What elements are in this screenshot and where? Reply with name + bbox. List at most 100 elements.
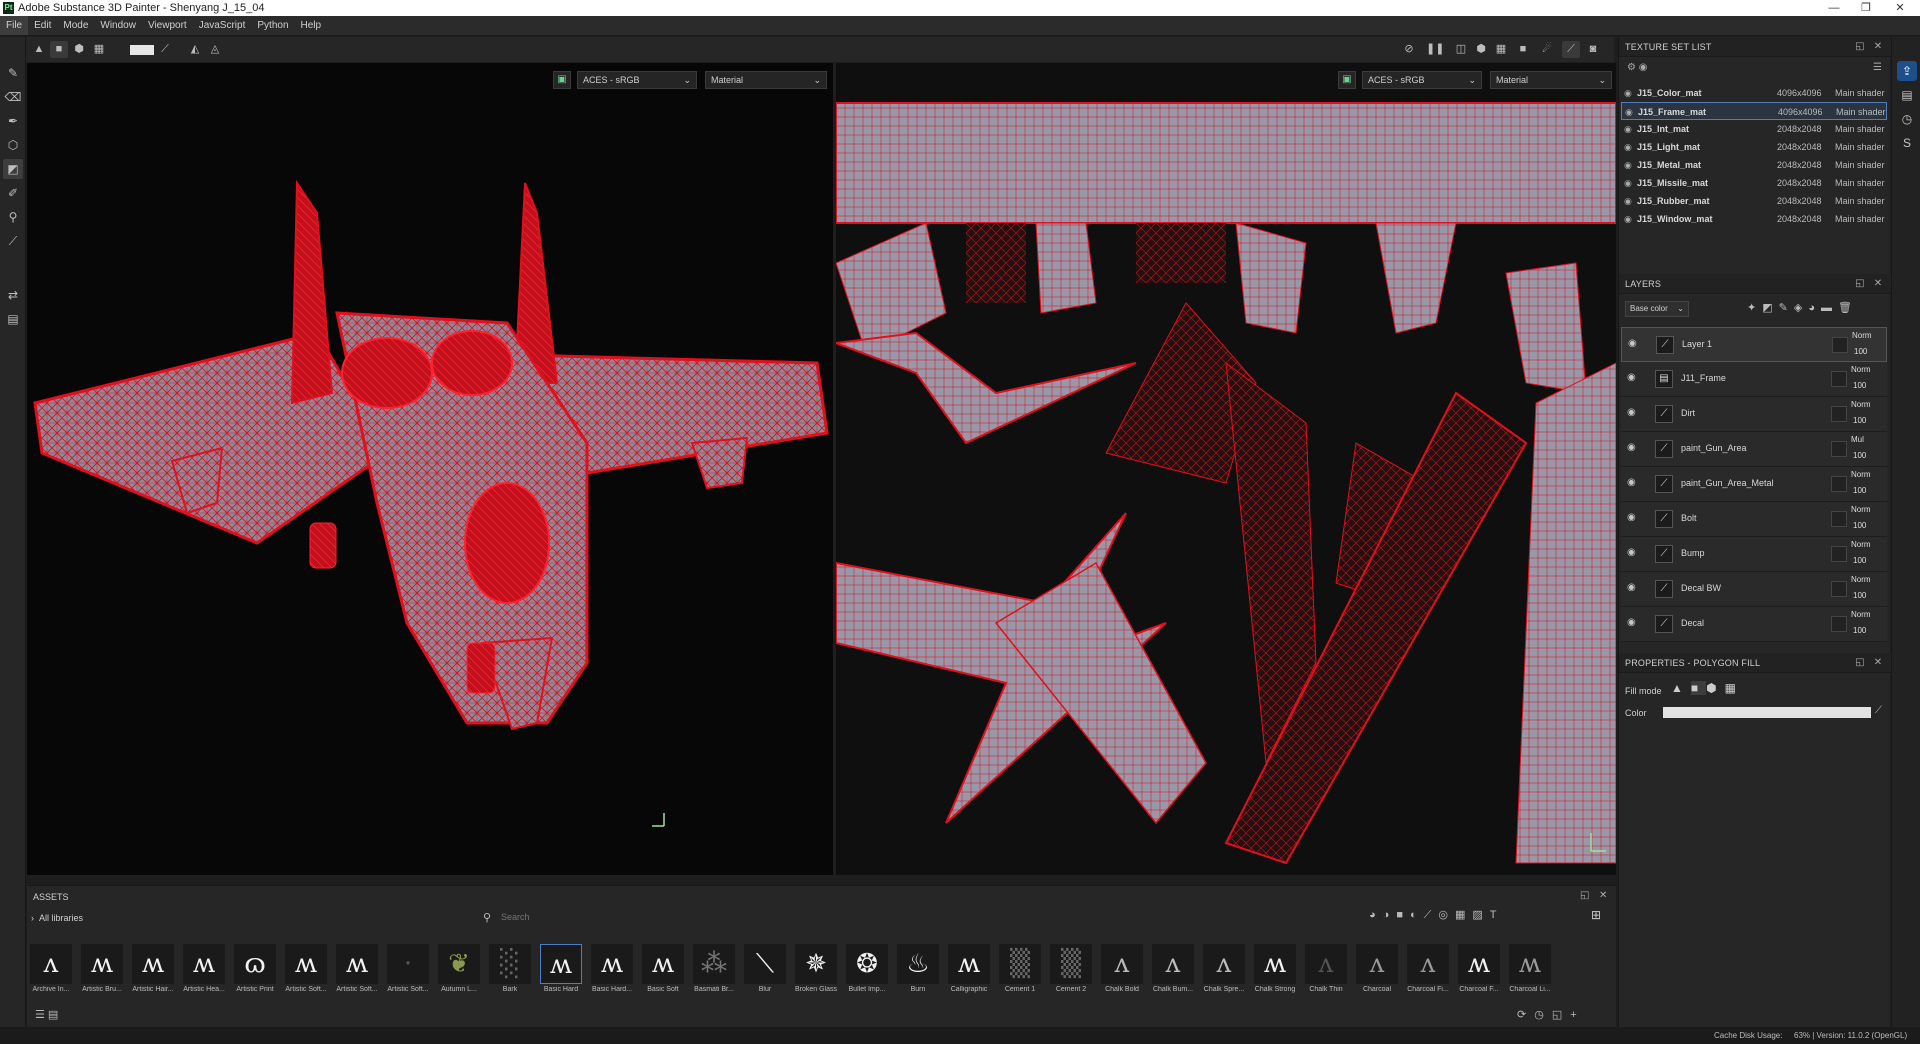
add-asset-icon[interactable]: +: [1570, 1009, 1584, 1021]
fill-triangle-icon[interactable]: ▲: [1671, 681, 1691, 695]
layer-row[interactable]: ◉ ⟋ Decal BW Norm 100: [1621, 572, 1887, 607]
asset-brush[interactable]: ♨ Burn: [894, 944, 942, 1000]
uv-fill-icon[interactable]: ▦: [90, 41, 108, 58]
asset-brush[interactable]: ʍ Basic Soft: [639, 944, 687, 1000]
minimize-icon[interactable]: —: [1816, 0, 1852, 16]
layer-visibility-icon[interactable]: ◉: [1627, 617, 1636, 628]
visibility-icon[interactable]: ◉: [1625, 103, 1633, 121]
light-icon[interactable]: ☄: [1538, 41, 1556, 58]
layer-row[interactable]: ◉ ⟋ Dirt Norm 100: [1621, 397, 1887, 432]
asset-brush[interactable]: ʌ Archive In...: [27, 944, 75, 1000]
texture-set-row[interactable]: ◉ J15_Missile_mat 2048x2048 Main shader: [1621, 174, 1887, 192]
layer-row[interactable]: ◉ ⟋ Bump Norm 100: [1621, 537, 1887, 572]
layer-mask-slot[interactable]: [1831, 441, 1847, 457]
layer-visibility-icon[interactable]: ◉: [1627, 477, 1636, 488]
layer-visibility-icon[interactable]: ◉: [1627, 582, 1636, 593]
filter-brush-icon[interactable]: ⟋: [1424, 909, 1439, 921]
asset-brush[interactable]: ʍ Artistic Hea...: [180, 944, 228, 1000]
filter-environment-icon[interactable]: ◎: [1438, 909, 1455, 921]
undock-icon[interactable]: ◱: [1853, 37, 1867, 57]
texture-set-row[interactable]: ◉ J15_Light_mat 2048x2048 Main shader: [1621, 138, 1887, 156]
viewport-3d[interactable]: ▣ ACES - sRGB ⌄ Material ⌄: [27, 63, 833, 875]
undock-icon[interactable]: ◱: [1580, 890, 1589, 901]
asset-brush-selected[interactable]: ʍ Basic Hard: [537, 944, 585, 1000]
filter-material-icon[interactable]: ◕: [1369, 909, 1383, 921]
asset-brush[interactable]: ʌ Charcoal Fi...: [1404, 944, 1452, 1000]
layer-visibility-icon[interactable]: ◉: [1627, 547, 1636, 558]
asset-brush[interactable]: ▒ Cement 2: [1047, 944, 1095, 1000]
layer-mask-slot[interactable]: [1831, 616, 1847, 632]
polygon-fill-icon[interactable]: ◩: [3, 159, 23, 179]
polygon-fill-mode-icon[interactable]: ■: [50, 41, 68, 58]
history-icon[interactable]: ◷: [1534, 1009, 1552, 1021]
close-panel-icon[interactable]: ✕: [1871, 37, 1885, 57]
asset-brush[interactable]: ʌ Chalk Spre...: [1200, 944, 1248, 1000]
eraser-icon[interactable]: ⌫: [3, 87, 23, 107]
add-folder-icon[interactable]: ▬: [1821, 302, 1838, 314]
undock-icon[interactable]: ◱: [1853, 653, 1867, 673]
camera-icon[interactable]: ■: [1514, 41, 1532, 58]
layer-visibility-icon[interactable]: ◉: [1627, 442, 1636, 453]
menu-viewport[interactable]: Viewport: [142, 16, 193, 35]
mesh-fill-icon[interactable]: ⬢: [70, 41, 88, 58]
add-paint-layer-icon[interactable]: ✎: [1779, 302, 1794, 314]
color-picker-icon[interactable]: ⟋: [3, 231, 23, 251]
add-smart-material-icon[interactable]: ◕: [1808, 302, 1821, 314]
menu-window[interactable]: Window: [94, 16, 142, 35]
viewport-2d-uv[interactable]: ▣ ACES - sRGB ⌄ Material ⌄: [836, 63, 1616, 875]
filter-procedural-icon[interactable]: ◐: [1410, 909, 1424, 921]
layer-mask-slot[interactable]: [1831, 476, 1847, 492]
menu-edit[interactable]: Edit: [28, 16, 57, 35]
visibility-icon[interactable]: ◉: [1624, 210, 1632, 228]
mirror-icon[interactable]: ◬: [206, 41, 224, 58]
menu-python[interactable]: Python: [251, 16, 294, 35]
layer-row[interactable]: ◉ ⟋ Decal Norm 100: [1621, 607, 1887, 642]
layer-row[interactable]: ◉ ⟋ paint_Gun_Area Mul 100: [1621, 432, 1887, 467]
delete-layer-icon[interactable]: 🗑: [1838, 302, 1858, 314]
texture-set-menu-icon[interactable]: ☰: [1873, 62, 1882, 73]
fill-color-bar[interactable]: [1663, 707, 1871, 718]
layer-mask-slot[interactable]: [1831, 371, 1847, 387]
add-fill-layer-icon[interactable]: ◈: [1794, 302, 1808, 314]
history-icon[interactable]: ◷: [1897, 109, 1917, 129]
assets-search-input[interactable]: [501, 908, 1101, 926]
filter-mask-icon[interactable]: ■: [1396, 909, 1410, 921]
refresh-icon[interactable]: ⟳: [1517, 1009, 1534, 1021]
visibility-icon[interactable]: ◉: [1624, 192, 1632, 210]
grid-view-icon[interactable]: ⊞: [1591, 908, 1601, 922]
uv-view-icon[interactable]: ▦: [1492, 41, 1510, 58]
visibility-icon[interactable]: ◉: [1624, 174, 1632, 192]
render-mode-select-2d[interactable]: Material ⌄: [1490, 71, 1612, 89]
asset-brush[interactable]: ⟍ Blur: [741, 944, 789, 1000]
close-panel-icon[interactable]: ✕: [1871, 274, 1885, 294]
asset-brush[interactable]: ʌ Chalk Bold: [1098, 944, 1146, 1000]
layer-row[interactable]: ◉ ⟋ Bolt Norm 100: [1621, 502, 1887, 537]
eyedropper-icon[interactable]: ⟋: [1875, 705, 1882, 716]
filter-smart-material-icon[interactable]: ◑: [1383, 909, 1397, 921]
channel-select[interactable]: Base color ⌄: [1625, 301, 1689, 317]
texture-set-row[interactable]: ◉ J15_Rubber_mat 2048x2048 Main shader: [1621, 192, 1887, 210]
asset-brush[interactable]: ❦ Autumn L...: [435, 944, 483, 1000]
asset-brush[interactable]: ʍ Chalk Strong: [1251, 944, 1299, 1000]
pause-icon[interactable]: ❚❚: [1426, 41, 1444, 58]
layer-mask-slot[interactable]: [1831, 546, 1847, 562]
add-mask-icon[interactable]: ◩: [1762, 302, 1778, 314]
screenshot-icon[interactable]: ◙: [1584, 41, 1602, 58]
layer-mask-slot[interactable]: [1831, 511, 1847, 527]
smudge-icon[interactable]: ✐: [3, 183, 23, 203]
close-panel-icon[interactable]: ✕: [1599, 890, 1607, 901]
asset-brush[interactable]: ʌ Chalk Thin: [1302, 944, 1350, 1000]
layer-mask-slot[interactable]: [1831, 406, 1847, 422]
layer-visibility-icon[interactable]: ◉: [1627, 372, 1636, 383]
asset-brush[interactable]: ʌ Chalk Bum...: [1149, 944, 1197, 1000]
add-effect-icon[interactable]: ✦: [1747, 302, 1762, 314]
asset-brush[interactable]: ʍ Artistic Hair...: [129, 944, 177, 1000]
fill-uv-icon[interactable]: ▦: [1725, 681, 1744, 695]
projection-icon[interactable]: ✒: [3, 111, 23, 131]
asset-brush[interactable]: ɷ Artistic Print: [231, 944, 279, 1000]
texture-set-row[interactable]: ◉ J15_Metal_mat 2048x2048 Main shader: [1621, 156, 1887, 174]
asset-brush[interactable]: ʍ Charcoal F...: [1455, 944, 1503, 1000]
asset-brush[interactable]: ▒ Cement 1: [996, 944, 1044, 1000]
filter-text-icon[interactable]: T: [1490, 909, 1504, 921]
visibility-icon[interactable]: ◉: [1624, 120, 1632, 138]
